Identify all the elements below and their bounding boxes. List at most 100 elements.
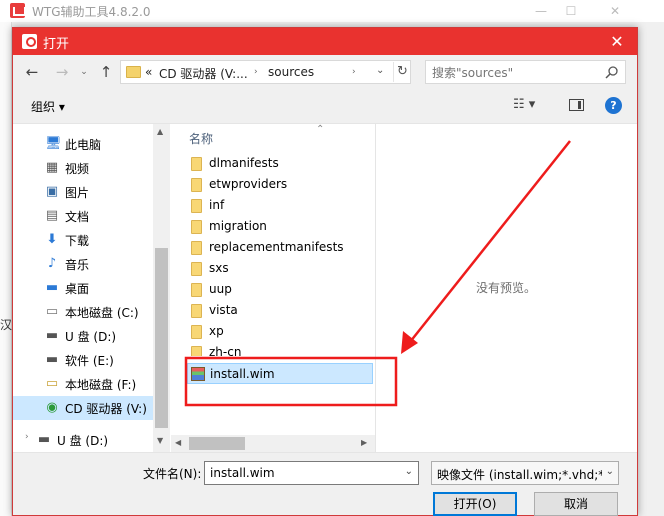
up-arrow-icon[interactable]: ↑ bbox=[95, 62, 117, 82]
file-item-migration[interactable]: migration bbox=[187, 216, 373, 237]
folder-icon bbox=[191, 241, 202, 255]
nav-item-label: 文档 bbox=[65, 210, 90, 224]
nav-scrollbar[interactable]: ▲ ▼ bbox=[153, 124, 170, 452]
forward-arrow-icon[interactable]: → bbox=[51, 62, 73, 82]
scroll-up-icon[interactable]: ▲ bbox=[157, 127, 163, 136]
preview-pane-icon[interactable] bbox=[569, 99, 584, 111]
background-window-titlebar: WTG辅助工具4.8.2.0 — ☐ ✕ bbox=[0, 0, 664, 22]
file-name: dlmanifests bbox=[209, 156, 279, 170]
nav-item-label: 下载 bbox=[65, 234, 90, 248]
nav-item-label: 图片 bbox=[65, 186, 90, 200]
nav-item-label: 软件 (E:) bbox=[65, 354, 114, 368]
breadcrumb-separator-icon[interactable]: › bbox=[254, 67, 258, 77]
file-name: zh-cn bbox=[209, 345, 242, 356]
file-name: install.wim bbox=[210, 367, 275, 381]
dialog-title: 打开 bbox=[43, 37, 70, 52]
scroll-right-icon[interactable]: ▶ bbox=[361, 438, 367, 447]
close-icon[interactable]: ✕ bbox=[600, 2, 630, 20]
maximize-icon[interactable]: ☐ bbox=[556, 2, 586, 20]
nav-item-label: 音乐 bbox=[65, 258, 90, 272]
file-item-sxs[interactable]: sxs bbox=[187, 258, 373, 279]
folder-icon bbox=[191, 220, 202, 234]
nav-item-local-disk-c[interactable]: ▭ 本地磁盘 (C:) bbox=[13, 300, 153, 324]
nav-item-documents[interactable]: ▤ 文档 bbox=[13, 204, 153, 228]
nav-item-label: U 盘 (D:) bbox=[65, 330, 117, 344]
nav-item-local-disk-f[interactable]: ▭ 本地磁盘 (F:) bbox=[13, 372, 153, 396]
background-window-panel bbox=[0, 22, 12, 516]
nav-item-label: 视频 bbox=[65, 162, 90, 176]
expand-chevron-icon[interactable]: › bbox=[25, 432, 29, 442]
search-input[interactable] bbox=[432, 65, 592, 81]
cd-drive-icon: ◉ bbox=[46, 400, 58, 415]
navigation-pane: 🖥 此电脑 ▦ 视频 ▣ 图片 ▤ 文档 ⬇ 下载 ♪ 音乐 ▬ 桌面 ▭ 本地… bbox=[13, 124, 170, 452]
open-file-dialog: 打开 ✕ ← → ⌄ ↑ « CD 驱动器 (V:... › sources ›… bbox=[12, 27, 638, 516]
file-item-vista[interactable]: vista bbox=[187, 300, 373, 321]
folder-icon bbox=[191, 304, 202, 318]
dialog-close-icon[interactable]: ✕ bbox=[597, 28, 637, 55]
chevron-down-icon[interactable]: ⌄ bbox=[405, 466, 413, 477]
file-list-hscroll-thumb[interactable] bbox=[189, 437, 245, 450]
nav-item-usb-d-root[interactable]: › ▬ U 盘 (D:) bbox=[13, 428, 153, 452]
address-dropdown-icon[interactable]: ⌄ bbox=[376, 65, 384, 76]
nav-item-label: 桌面 bbox=[65, 282, 90, 296]
file-item-install-wim[interactable]: install.wim bbox=[187, 363, 373, 384]
folder-icon bbox=[126, 66, 141, 78]
file-item-zh-cn[interactable]: zh-cn bbox=[187, 342, 373, 356]
app-icon bbox=[10, 3, 26, 18]
address-segment-drive[interactable]: CD 驱动器 (V:... bbox=[159, 65, 248, 82]
nav-item-downloads[interactable]: ⬇ 下载 bbox=[13, 228, 153, 252]
file-item-etwproviders[interactable]: etwproviders bbox=[187, 174, 373, 195]
filetype-select[interactable]: 映像文件 (install.wim;*.vhd;*.v ⌄ bbox=[431, 461, 619, 485]
open-button[interactable]: 打开(O) bbox=[433, 492, 517, 516]
file-item-inf[interactable]: inf bbox=[187, 195, 373, 216]
file-name: etwproviders bbox=[209, 177, 288, 191]
address-segment-sources[interactable]: sources bbox=[268, 65, 314, 79]
back-arrow-icon[interactable]: ← bbox=[21, 62, 43, 82]
file-name: migration bbox=[209, 219, 267, 233]
address-overflow-chevron[interactable]: « bbox=[145, 65, 152, 79]
scroll-down-icon[interactable]: ▼ bbox=[157, 436, 163, 445]
search-box[interactable] bbox=[425, 60, 626, 84]
address-bar[interactable]: « CD 驱动器 (V:... › sources › ⌄ ↻ bbox=[120, 60, 411, 84]
column-header-name[interactable]: 名称 bbox=[189, 130, 213, 147]
folder-icon bbox=[191, 262, 202, 276]
folder-icon bbox=[191, 157, 202, 171]
filename-input[interactable]: install.wim ⌄ bbox=[204, 461, 419, 485]
file-name: uup bbox=[209, 282, 232, 296]
nav-item-videos[interactable]: ▦ 视频 bbox=[13, 156, 153, 180]
breadcrumb-separator-icon[interactable]: › bbox=[352, 67, 356, 77]
refresh-icon[interactable]: ↻ bbox=[393, 62, 411, 82]
nav-scrollbar-thumb[interactable] bbox=[155, 248, 168, 428]
view-options-icon[interactable]: ☷ ▾ bbox=[513, 97, 535, 112]
file-item-uup[interactable]: uup bbox=[187, 279, 373, 300]
search-icon[interactable] bbox=[605, 65, 619, 79]
nav-item-label: 此电脑 bbox=[65, 138, 102, 152]
archive-file-icon bbox=[191, 367, 205, 381]
file-name: sxs bbox=[209, 261, 229, 275]
scroll-left-icon[interactable]: ◀ bbox=[175, 438, 181, 447]
nav-item-cd-drive-v[interactable]: ◉ CD 驱动器 (V:) bbox=[13, 396, 153, 420]
nav-item-usb-d[interactable]: ▬ U 盘 (D:) bbox=[13, 324, 153, 348]
file-list-hscrollbar[interactable]: ◀ ▶ bbox=[171, 435, 375, 452]
chevron-down-icon[interactable]: ⌄ bbox=[605, 466, 614, 477]
download-icon: ⬇ bbox=[46, 232, 58, 247]
help-icon[interactable]: ? bbox=[605, 97, 622, 114]
recent-locations-chevron-icon[interactable]: ⌄ bbox=[73, 62, 95, 82]
desktop-icon: ▬ bbox=[45, 280, 59, 295]
nav-item-desktop[interactable]: ▬ 桌面 bbox=[13, 276, 153, 300]
file-item-dlmanifests[interactable]: dlmanifests bbox=[187, 153, 373, 174]
nav-item-music[interactable]: ♪ 音乐 bbox=[13, 252, 153, 276]
no-preview-text: 没有预览。 bbox=[476, 281, 537, 295]
minimize-icon[interactable]: — bbox=[526, 2, 556, 20]
nav-item-software-e[interactable]: ▬ 软件 (E:) bbox=[13, 348, 153, 372]
cancel-button[interactable]: 取消 bbox=[534, 492, 618, 516]
usb-drive-icon: ▬ bbox=[37, 432, 51, 447]
nav-item-this-pc[interactable]: 🖥 此电脑 bbox=[13, 132, 153, 156]
file-item-replacementmanifests[interactable]: replacementmanifests bbox=[187, 237, 373, 258]
folder-icon bbox=[191, 178, 202, 192]
file-item-xp[interactable]: xp bbox=[187, 321, 373, 342]
nav-item-label: U 盘 (D:) bbox=[57, 434, 109, 448]
nav-item-pictures[interactable]: ▣ 图片 bbox=[13, 180, 153, 204]
background-text-fragment: 汉 bbox=[0, 318, 13, 332]
organize-menu[interactable]: 组织 ▾ bbox=[31, 98, 65, 115]
